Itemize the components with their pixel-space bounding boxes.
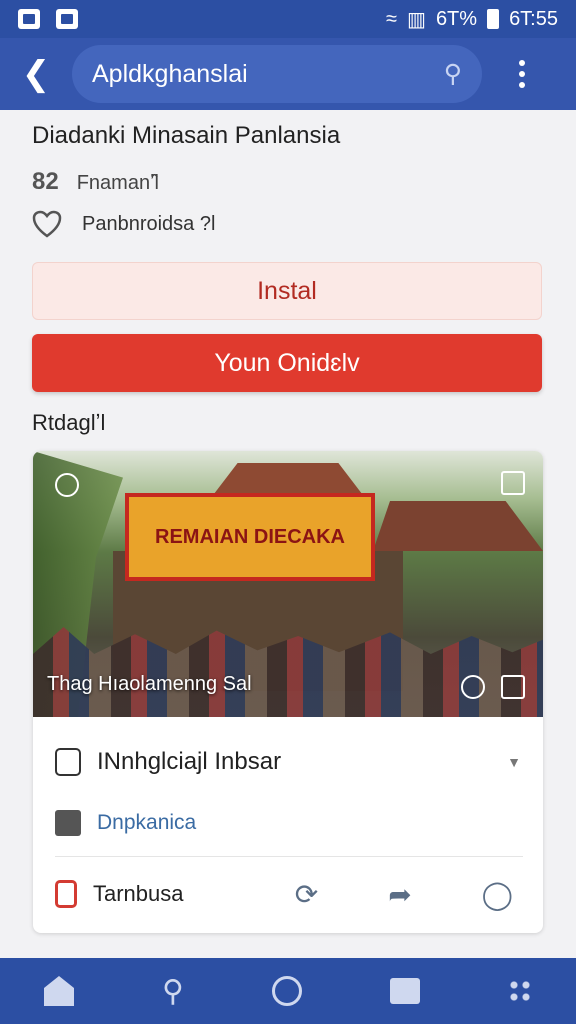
favorite-label: Panbnroidsa ?l [82, 212, 216, 235]
message-icon [56, 9, 78, 29]
circle-icon[interactable] [271, 976, 302, 1006]
back-button[interactable]: ❮ [0, 38, 72, 110]
page-title: Diadanki Minasain Panlansia [32, 122, 341, 149]
search-nav-icon[interactable]: ⚲ [162, 974, 184, 1009]
search-input[interactable]: Apldkghanslai ⚲ [72, 45, 482, 103]
rating-row: 82 Fnamanʼ̂l [32, 168, 159, 196]
signal-icon: ▥ [407, 8, 426, 31]
chevron-down-icon[interactable]: ▼ [507, 754, 521, 770]
clipboard-icon [55, 748, 81, 776]
menu-grid-icon[interactable] [507, 979, 532, 1003]
search-icon[interactable]: ⚲ [444, 59, 462, 89]
battery-percent: 6T% [435, 7, 478, 30]
more-options-button[interactable] [482, 60, 562, 88]
banner-text: REMAIAN DIECAKA [155, 525, 345, 548]
clock: 6T:55 [509, 7, 558, 30]
bottom-nav: ⚲ [0, 958, 576, 1024]
app-bar: ❮ Apldkghanslai ⚲ [0, 38, 576, 110]
divider [55, 856, 523, 857]
action-row-label: Tarnbusa [93, 881, 184, 906]
fullscreen-icon[interactable] [501, 675, 525, 699]
rating-label: Fnamanʼ̂l [76, 172, 159, 194]
info-row[interactable]: INnhglciajl Inbsar ▼ [33, 737, 543, 787]
section-label: Rtdaglʼl [32, 410, 106, 435]
info-row-label: INnhglciajl Inbsar [97, 748, 282, 775]
bookmark-icon[interactable] [55, 880, 77, 908]
profile-icon[interactable]: ◯ [482, 878, 513, 911]
repost-icon[interactable]: ⟳ [295, 878, 318, 911]
primary-action-button[interactable]: Youn Onidɛlv [32, 334, 542, 392]
photo-banner: REMAIAN DIECAKA [125, 493, 375, 581]
clock-icon[interactable] [55, 473, 79, 497]
notification-icon [18, 9, 40, 29]
photo-caption: Thag Hıaolamenng Sal [47, 673, 252, 695]
wifi-icon: ≈ [386, 7, 398, 30]
battery-icon [487, 9, 500, 29]
expand-icon[interactable] [501, 471, 525, 495]
event-photo[interactable]: REMAIAN DIECAKA Thag Hıaolamenng Sal [33, 451, 543, 717]
status-bar: ≈ ▥ 6T% 6T:55 [0, 0, 576, 38]
home-icon[interactable] [44, 976, 74, 1006]
heart-icon[interactable] [32, 210, 62, 238]
play-icon[interactable] [461, 675, 485, 699]
favorite-row[interactable]: Panbnroidsa ?l [32, 210, 215, 238]
action-row: Tarnbusa ⟳ ➦ ◯ [33, 866, 543, 922]
rating-number: 82 [32, 168, 59, 195]
page-content: Diadanki Minasain Panlansia 82 Fnamanʼ̂l… [0, 110, 576, 960]
link-row[interactable]: Dnpkanica [33, 801, 543, 845]
saved-icon[interactable] [389, 978, 420, 1004]
tools-icon [55, 810, 81, 836]
post-card: REMAIAN DIECAKA Thag Hıaolamenng Sal INn… [33, 451, 543, 933]
search-query: Apldkghanslai [92, 59, 248, 88]
install-button[interactable]: Instal [32, 262, 542, 320]
share-icon[interactable]: ➦ [388, 878, 411, 911]
link-row-label[interactable]: Dnpkanica [97, 811, 196, 835]
